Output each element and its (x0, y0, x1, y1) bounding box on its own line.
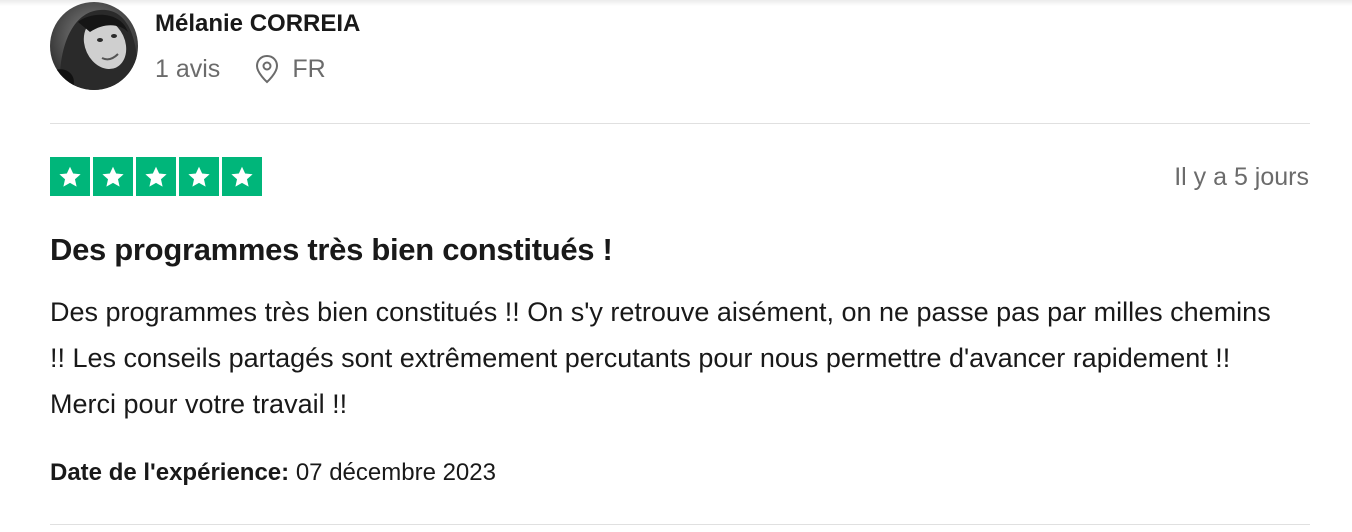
experience-date-label: Date de l'expérience: (50, 459, 290, 486)
star-icon (179, 157, 219, 196)
experience-date: Date de l'expérience: 07 décembre 2023 (50, 457, 496, 489)
reviewer-info: Mélanie CORREIA 1 avis FR (155, 2, 360, 84)
star-icon (93, 157, 133, 196)
avatar[interactable] (50, 2, 138, 90)
star-icon (136, 157, 176, 196)
reviewer-header: Mélanie CORREIA 1 avis FR (50, 2, 360, 90)
review-title[interactable]: Des programmes très bien constitués ! (50, 230, 613, 270)
reviewer-country: FR (292, 55, 326, 83)
experience-date-value: 07 décembre 2023 (295, 459, 496, 486)
star-icon (50, 157, 90, 196)
review-body: Des programmes très bien constitués !! O… (50, 297, 1271, 419)
star-rating (50, 157, 262, 196)
star-icon (222, 157, 262, 196)
review-card: Mélanie CORREIA 1 avis FR Il y a 5 jours… (0, 0, 1352, 532)
reviews-count: 1 avis (155, 55, 221, 83)
review-date: Il y a 5 jours (1174, 163, 1309, 191)
reviewer-name[interactable]: Mélanie CORREIA (155, 10, 360, 38)
avatar-photo (50, 2, 138, 90)
location-pin-icon (254, 54, 280, 84)
divider (50, 123, 1310, 124)
divider (50, 524, 1310, 525)
reviewer-meta: 1 avis FR (155, 54, 360, 84)
